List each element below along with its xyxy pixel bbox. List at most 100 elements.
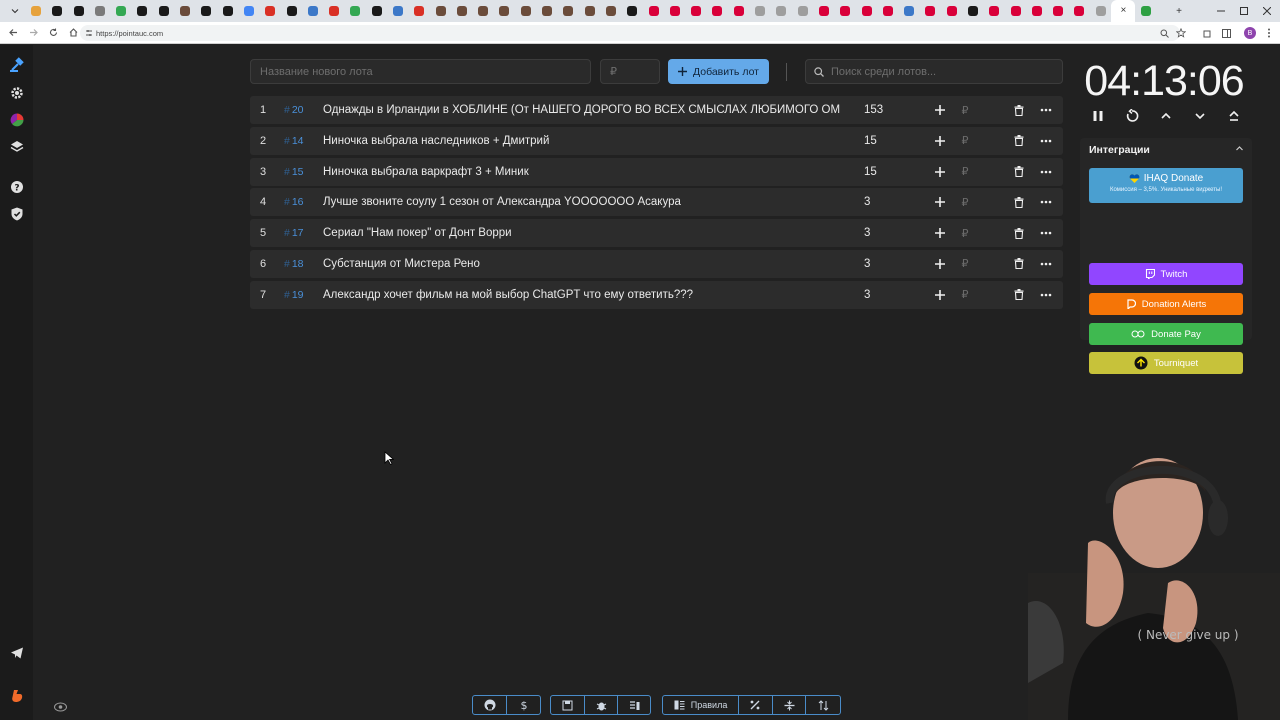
- tourniquet-button[interactable]: Tourniquet: [1089, 352, 1243, 374]
- lot-name[interactable]: Сериал "Нам покер" от Донт Ворри: [323, 219, 841, 247]
- add-amount-button[interactable]: [932, 127, 948, 155]
- split-button[interactable]: [773, 696, 807, 714]
- browser-tab[interactable]: [366, 0, 387, 22]
- maximize-window-button[interactable]: [1233, 0, 1255, 22]
- browser-tab[interactable]: [558, 0, 579, 22]
- lot-more-button[interactable]: [1038, 188, 1054, 216]
- browser-tab[interactable]: [600, 0, 621, 22]
- browser-tab-active[interactable]: ×: [1111, 0, 1136, 22]
- lot-more-button[interactable]: [1038, 281, 1054, 309]
- browser-tab[interactable]: [25, 0, 46, 22]
- lot-more-button[interactable]: [1038, 250, 1054, 278]
- lot-amount[interactable]: 15: [864, 158, 904, 186]
- wheel-pie-icon[interactable]: [8, 111, 25, 128]
- browser-tab[interactable]: [260, 0, 281, 22]
- boosty-icon[interactable]: [8, 687, 25, 704]
- reset-timer-button[interactable]: [1123, 107, 1141, 125]
- browser-tab[interactable]: [174, 0, 195, 22]
- increase-timer-button[interactable]: [1157, 107, 1175, 125]
- lot-more-button[interactable]: [1038, 127, 1054, 155]
- browser-tab[interactable]: [1135, 0, 1156, 22]
- lot-more-button[interactable]: [1038, 158, 1054, 186]
- browser-tab[interactable]: [622, 0, 643, 22]
- browser-tab[interactable]: [345, 0, 366, 22]
- browser-tab[interactable]: [920, 0, 941, 22]
- add-lot-button[interactable]: Добавить лот: [668, 59, 769, 84]
- lot-more-button[interactable]: [1038, 219, 1054, 247]
- donate-dollar-button[interactable]: $: [507, 696, 540, 714]
- tab-search-button[interactable]: [4, 0, 25, 22]
- browser-tab[interactable]: [536, 0, 557, 22]
- lot-add-amount-input[interactable]: ₽: [958, 250, 972, 278]
- browser-tab[interactable]: [856, 0, 877, 22]
- add-amount-button[interactable]: [932, 250, 948, 278]
- browser-tab[interactable]: [728, 0, 749, 22]
- telegram-icon[interactable]: [8, 644, 25, 661]
- layers-icon[interactable]: [8, 138, 25, 155]
- lot-search-input[interactable]: Поиск среди лотов...: [805, 59, 1063, 84]
- back-button[interactable]: [4, 24, 22, 42]
- browser-tab[interactable]: [89, 0, 110, 22]
- close-window-button[interactable]: [1256, 0, 1278, 22]
- browser-tab[interactable]: [813, 0, 834, 22]
- add-amount-button[interactable]: [932, 158, 948, 186]
- browser-tab[interactable]: [153, 0, 174, 22]
- lot-amount[interactable]: 3: [864, 281, 904, 309]
- report-bug-button[interactable]: [585, 696, 618, 714]
- browser-tab[interactable]: [451, 0, 472, 22]
- lot-name[interactable]: Ниночка выбрала наследников + Дмитрий: [323, 127, 841, 155]
- lot-name[interactable]: Ниночка выбрала варкрафт 3 + Миник: [323, 158, 841, 186]
- delete-lot-button[interactable]: [1011, 281, 1027, 309]
- browser-tab[interactable]: [1005, 0, 1026, 22]
- rules-button[interactable]: Правила: [663, 696, 740, 714]
- add-amount-button[interactable]: [932, 96, 948, 124]
- browser-tab[interactable]: [962, 0, 983, 22]
- delete-lot-button[interactable]: [1011, 219, 1027, 247]
- browser-menu-button[interactable]: [1258, 22, 1280, 44]
- eye-icon[interactable]: [54, 699, 67, 717]
- browser-tab[interactable]: [110, 0, 131, 22]
- browser-tab[interactable]: [941, 0, 962, 22]
- collapse-integrations-button[interactable]: [1235, 144, 1244, 155]
- add-amount-button[interactable]: [932, 219, 948, 247]
- new-lot-name-input[interactable]: Название нового лота: [250, 59, 591, 84]
- lot-add-amount-input[interactable]: ₽: [958, 188, 972, 216]
- delete-lot-button[interactable]: [1011, 96, 1027, 124]
- lot-id[interactable]: #16: [284, 188, 310, 216]
- lot-amount[interactable]: 3: [864, 250, 904, 278]
- sidepanel-button[interactable]: [1215, 22, 1237, 44]
- lot-amount[interactable]: 3: [864, 219, 904, 247]
- browser-tab[interactable]: [1026, 0, 1047, 22]
- percent-button[interactable]: [739, 696, 773, 714]
- address-bar[interactable]: https://pointauc.com: [80, 25, 1180, 41]
- donation-alerts-button[interactable]: Donation Alerts: [1089, 293, 1243, 315]
- browser-tab[interactable]: [238, 0, 259, 22]
- lot-add-amount-input[interactable]: ₽: [958, 281, 972, 309]
- browser-tab[interactable]: [771, 0, 792, 22]
- new-lot-amount-input[interactable]: ₽: [600, 59, 660, 84]
- shield-check-icon[interactable]: [8, 205, 25, 222]
- lot-name[interactable]: Субстанция от Мистера Рено: [323, 250, 841, 278]
- browser-tab[interactable]: [387, 0, 408, 22]
- lot-add-amount-input[interactable]: ₽: [958, 96, 972, 124]
- new-tab-button[interactable]: +: [1168, 0, 1190, 22]
- help-icon[interactable]: ?: [8, 178, 25, 195]
- donate-pay-button[interactable]: Donate Pay: [1089, 323, 1243, 345]
- lot-name[interactable]: Александр хочет фильм на мой выбор ChatG…: [323, 281, 841, 309]
- add-amount-button[interactable]: [932, 281, 948, 309]
- lot-id[interactable]: #18: [284, 250, 310, 278]
- browser-tab[interactable]: [792, 0, 813, 22]
- browser-tab[interactable]: [579, 0, 600, 22]
- browser-tab[interactable]: [323, 0, 344, 22]
- browser-tab[interactable]: [686, 0, 707, 22]
- pause-timer-button[interactable]: [1089, 107, 1107, 125]
- github-button[interactable]: [473, 696, 507, 714]
- browser-tab[interactable]: [47, 0, 68, 22]
- lot-amount[interactable]: 3: [864, 188, 904, 216]
- forward-button[interactable]: [24, 24, 42, 42]
- lot-amount[interactable]: 15: [864, 127, 904, 155]
- browser-tab[interactable]: [664, 0, 685, 22]
- browser-tab[interactable]: [302, 0, 323, 22]
- browser-tab[interactable]: [877, 0, 898, 22]
- delete-lot-button[interactable]: [1011, 127, 1027, 155]
